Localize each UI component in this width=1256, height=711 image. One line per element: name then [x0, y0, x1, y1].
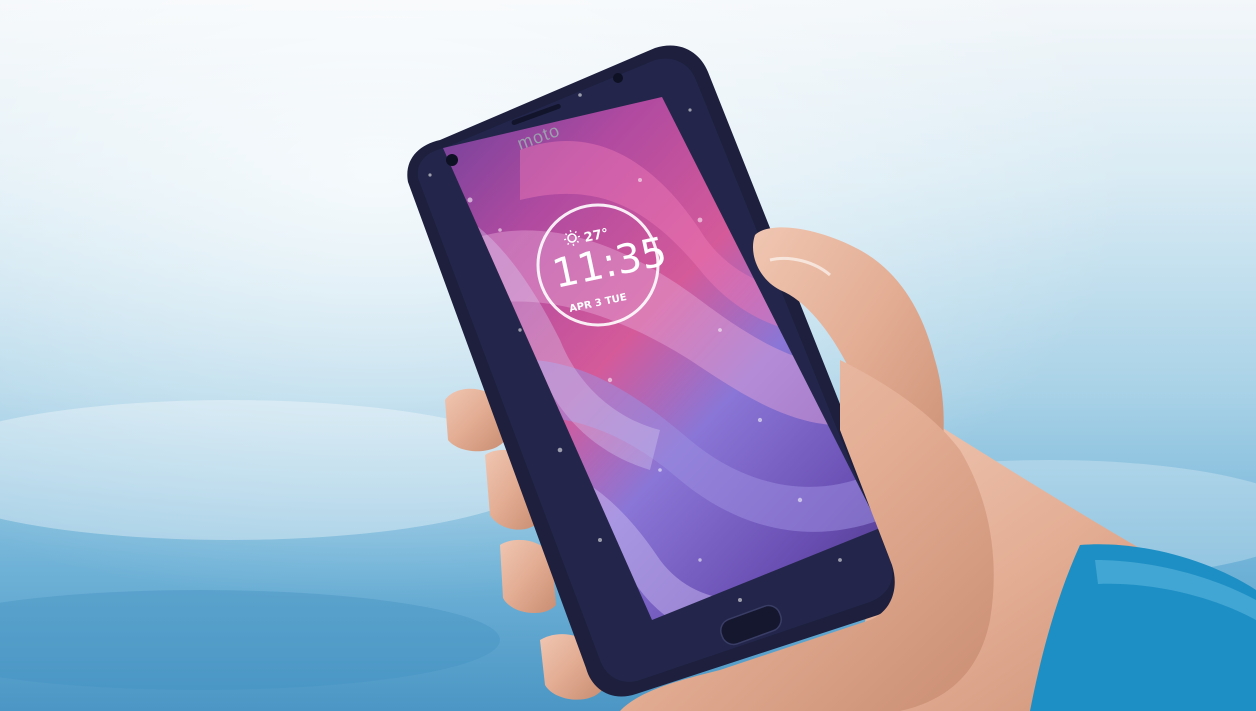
proximity-sensor	[613, 73, 623, 83]
front-camera	[446, 154, 458, 166]
photo-scene: 27° 11:35 APR 3 TUE moto	[0, 0, 1256, 711]
photo-svg: 27° 11:35 APR 3 TUE moto	[0, 0, 1256, 711]
